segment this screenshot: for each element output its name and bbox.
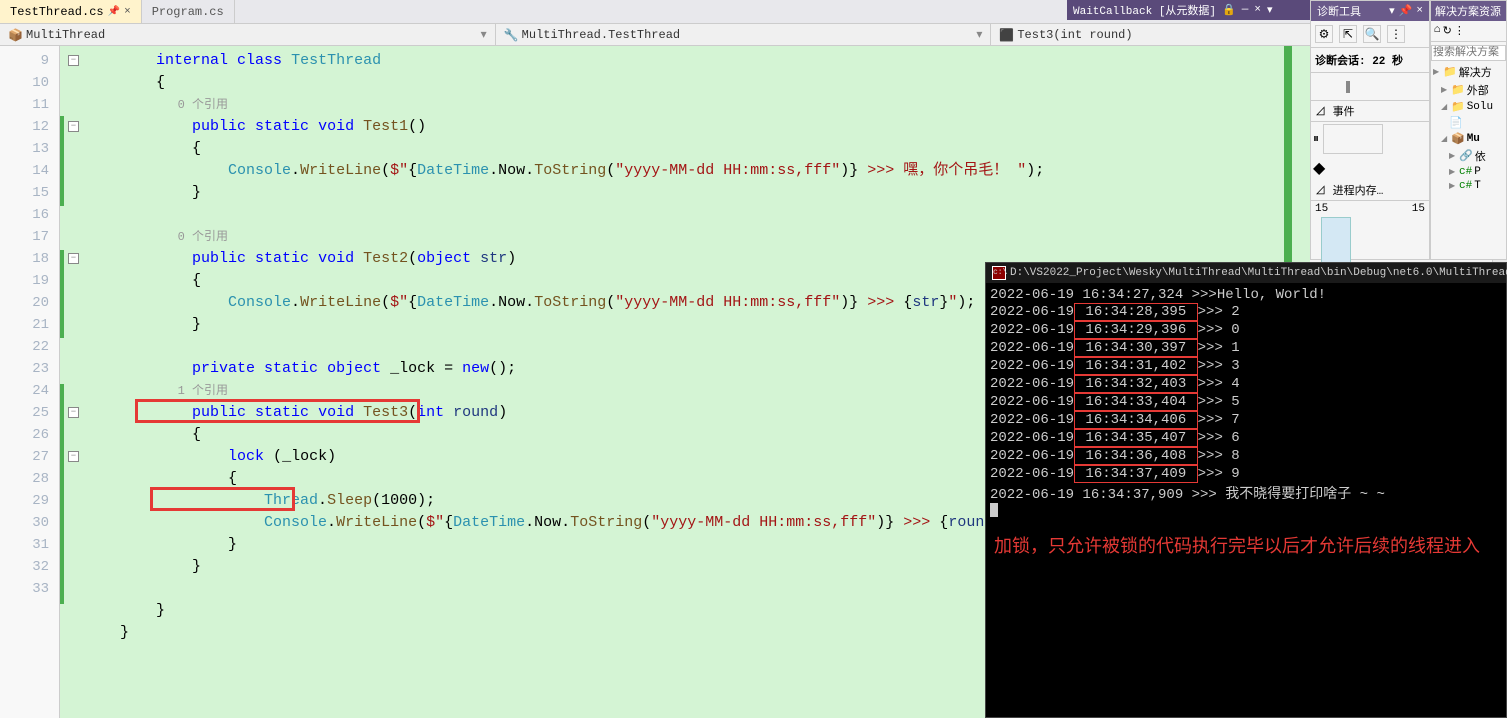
console-icon: c:\: [992, 266, 1006, 280]
line-gutter: 9101112131415161718192021222324252627282…: [0, 46, 60, 718]
close-icon[interactable]: ×: [124, 6, 131, 18]
chevron-down-icon[interactable]: ▾: [976, 27, 982, 42]
pin-icon[interactable]: 📌: [108, 6, 120, 18]
breadcrumb-bar: 📦 MultiThread ▾ 🔧 MultiThread.TestThread…: [0, 24, 1507, 46]
menu-icon[interactable]: ⋮: [1454, 24, 1465, 38]
diag-title: 诊断工具▾📌×: [1311, 1, 1429, 21]
nav-text: WaitCallback [从元数据]: [1073, 2, 1216, 18]
solution-tree[interactable]: ▶📁解决方 ▶📁外部 ◢📁Solu 📄 ◢📦Mu ▶🔗依 ▶c# P ▶c# T: [1431, 61, 1506, 195]
expand-icon[interactable]: ⇱: [1339, 25, 1357, 43]
diag-timeline: [1311, 73, 1429, 101]
method-icon: ⬛: [999, 28, 1013, 42]
tree-item[interactable]: ◢📁Solu: [1433, 99, 1504, 115]
tree-item[interactable]: ◢📦Mu: [1433, 131, 1504, 147]
solution-explorer: 解决方案资源 ⌂ ↻ ⋮ ▶📁解决方 ▶📁外部 ◢📁Solu 📄 ◢📦Mu ▶🔗…: [1430, 0, 1507, 260]
dropdown-icon[interactable]: ▾: [1267, 3, 1273, 17]
event-chart: [1323, 124, 1383, 154]
tab-label: Program.cs: [152, 5, 224, 19]
sol-title: 解决方案资源: [1431, 1, 1506, 21]
tree-item[interactable]: ▶c# T: [1433, 179, 1504, 193]
solution-search-input[interactable]: [1431, 45, 1506, 61]
tab-program[interactable]: Program.cs: [142, 0, 235, 23]
fold-toggle[interactable]: −: [60, 446, 120, 468]
diag-toolbar: ⚙ ⇱ 🔍 ⋮: [1311, 21, 1429, 48]
tree-item[interactable]: ▶🔗依: [1433, 147, 1504, 165]
close-icon[interactable]: ×: [1254, 4, 1261, 16]
console-output: 2022-06-19 16:34:27,324 >>>Hello, World!…: [986, 283, 1506, 575]
fold-column: − − − − −: [60, 46, 120, 718]
fold-toggle[interactable]: −: [60, 248, 120, 270]
chevron-down-icon[interactable]: ▾: [481, 27, 487, 42]
diamond-icon: ◆: [1313, 158, 1325, 178]
class-icon: 🔧: [504, 28, 518, 42]
breadcrumb-namespace[interactable]: 📦 MultiThread ▾: [0, 24, 496, 45]
home-icon[interactable]: ⌂: [1434, 24, 1441, 38]
breadcrumb-class[interactable]: 🔧 MultiThread.TestThread ▾: [496, 24, 992, 45]
bc-text: Test3(int round): [1017, 28, 1132, 42]
console-title-bar[interactable]: c:\ D:\VS2022_Project\Wesky\MultiThread\…: [986, 263, 1506, 283]
fold-toggle[interactable]: −: [60, 402, 120, 424]
bc-text: MultiThread: [26, 28, 105, 42]
tree-item[interactable]: 📄: [1433, 115, 1504, 131]
console-path: D:\VS2022_Project\Wesky\MultiThread\Mult…: [1010, 267, 1507, 279]
zoom-icon[interactable]: 🔍: [1363, 25, 1381, 43]
lock-icon: 🔒: [1222, 3, 1236, 17]
menu-icon[interactable]: ⋮: [1387, 25, 1405, 43]
tree-item[interactable]: ▶📁外部: [1433, 81, 1504, 99]
diag-events-row: ◆: [1311, 156, 1429, 180]
console-window: c:\ D:\VS2022_Project\Wesky\MultiThread\…: [985, 262, 1507, 718]
diag-events-header[interactable]: ⊿ 事件: [1311, 101, 1429, 122]
diag-memory-vals: 1515: [1311, 201, 1429, 217]
csharp-icon: 📦: [8, 28, 22, 42]
tab-label: TestThread.cs: [10, 5, 104, 19]
diag-memory-header[interactable]: ⊿ 进程内存…: [1311, 180, 1429, 201]
diagnostics-panel: 诊断工具▾📌× ⚙ ⇱ 🔍 ⋮ 诊断会话: 22 秒 ⊿ 事件 ⏸ ◆ ⊿ 进程…: [1310, 0, 1430, 260]
gear-icon[interactable]: ⚙: [1315, 25, 1333, 43]
refresh-icon[interactable]: ↻: [1443, 24, 1452, 38]
bc-text: MultiThread.TestThread: [522, 28, 680, 42]
memory-chart: [1311, 217, 1429, 267]
sol-toolbar: ⌂ ↻ ⋮: [1431, 21, 1506, 42]
tab-testthread[interactable]: TestThread.cs 📌 ×: [0, 0, 142, 23]
diag-session: 诊断会话: 22 秒: [1311, 48, 1429, 73]
fold-toggle[interactable]: −: [60, 50, 120, 72]
diag-events-row: ⏸: [1311, 122, 1429, 156]
pause-icon[interactable]: ⏸: [1313, 132, 1319, 146]
tree-item[interactable]: ▶c# P: [1433, 165, 1504, 179]
nav-dash: —: [1242, 4, 1249, 16]
fold-toggle[interactable]: −: [60, 116, 120, 138]
tree-item[interactable]: ▶📁解决方: [1433, 63, 1504, 81]
